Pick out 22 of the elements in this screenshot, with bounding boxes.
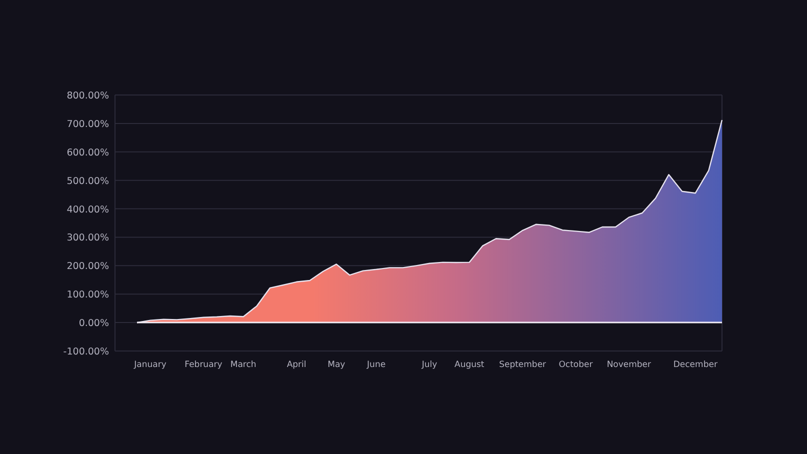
y-axis-label: 800.00% <box>66 90 109 102</box>
x-axis-label: January <box>134 360 166 370</box>
y-axis-label: 400.00% <box>66 204 109 216</box>
x-axis-label: May <box>328 360 346 370</box>
y-axis-label: 300.00% <box>66 232 109 244</box>
x-axis-label: February <box>184 360 222 370</box>
x-axis-label: June <box>367 360 386 370</box>
x-axis-label: November <box>606 360 652 370</box>
x-axis-label: October <box>558 360 593 370</box>
x-axis-label: September <box>499 360 546 370</box>
x-axis-label: December <box>673 360 718 370</box>
x-axis-label: March <box>230 360 256 370</box>
y-axis-label: 100.00% <box>66 290 109 301</box>
y-axis-label: 600.00% <box>66 147 109 158</box>
y-axis-label: 700.00% <box>66 118 109 130</box>
y-axis-label: 200.00% <box>66 261 109 272</box>
y-axis-label: 0.00% <box>78 318 109 330</box>
x-axis-label: July <box>422 360 438 370</box>
x-axis-label: April <box>286 360 306 370</box>
y-axis-label: 500.00% <box>66 176 109 187</box>
x-axis-label: August <box>454 360 484 370</box>
y-axis-label: -100.00% <box>63 346 109 358</box>
